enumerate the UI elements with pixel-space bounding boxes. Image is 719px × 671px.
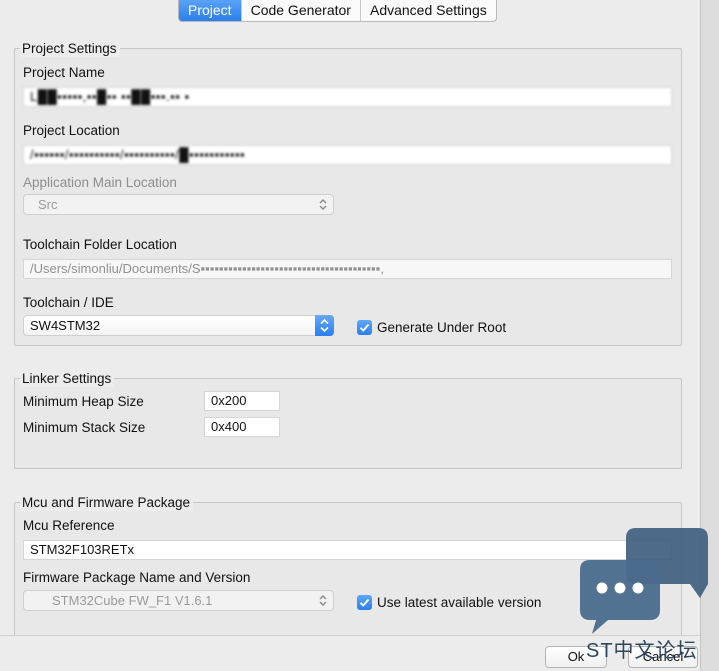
firmware-package-value: STM32Cube FW_F1 V1.6.1: [52, 593, 213, 608]
app-main-location-select: Src: [23, 194, 334, 215]
project-name-label: Project Name: [23, 65, 105, 80]
toolchain-folder-label: Toolchain Folder Location: [23, 237, 177, 252]
tab-bar: Project Code Generator Advanced Settings: [178, 0, 497, 22]
generate-under-root-checkbox[interactable]: Generate Under Root: [357, 318, 506, 336]
watermark-text: ST中文论坛: [586, 640, 698, 662]
toolchain-ide-label: Toolchain / IDE: [23, 295, 114, 310]
use-latest-version-label: Use latest available version: [377, 594, 542, 610]
min-stack-label: Minimum Stack Size: [23, 420, 146, 435]
min-heap-field[interactable]: 0x200: [204, 391, 280, 411]
app-main-location-label: Application Main Location: [23, 175, 177, 190]
project-location-label: Project Location: [23, 123, 120, 138]
mcu-reference-label: Mcu Reference: [23, 518, 115, 533]
use-latest-version-checkbox[interactable]: Use latest available version: [357, 593, 541, 611]
checkmark-icon: [357, 594, 372, 610]
tab-advanced-settings[interactable]: Advanced Settings: [361, 0, 496, 21]
project-settings-legend: Project Settings: [20, 41, 120, 57]
tab-code-generator[interactable]: Code Generator: [242, 0, 361, 21]
chevron-updown-icon: [318, 197, 328, 212]
watermark-logo: [578, 526, 710, 638]
toolchain-ide-select[interactable]: SW4STM32: [23, 315, 334, 336]
min-heap-label: Minimum Heap Size: [23, 394, 144, 409]
mcu-reference-field: STM32F103RETx: [23, 540, 672, 560]
generate-under-root-label: Generate Under Root: [377, 319, 507, 335]
chevron-updown-icon: [320, 318, 329, 333]
firmware-package-label: Firmware Package Name and Version: [23, 570, 251, 585]
mcu-firmware-legend: Mcu and Firmware Package: [20, 495, 194, 511]
toolchain-folder-field: /Users/simonliu/Documents/S▪▪▪▪▪▪▪▪▪▪▪▪▪…: [23, 259, 672, 279]
dropdown-button[interactable]: [315, 315, 334, 336]
chevron-updown-icon: [318, 593, 328, 608]
linker-settings-legend: Linker Settings: [20, 371, 115, 387]
min-stack-field[interactable]: 0x400: [204, 417, 280, 437]
project-location-field[interactable]: /▪▪▪▪▪▪/▪▪▪▪▪▪▪▪▪▪/▪▪▪▪▪▪▪▪▪▪/█▪▪▪▪▪▪▪▪▪…: [23, 145, 672, 165]
tab-project[interactable]: Project: [179, 0, 242, 21]
app-main-location-value: Src: [38, 197, 58, 212]
chat-bubble-icon: [580, 528, 708, 634]
project-name-field[interactable]: L██▪▪▪▪▪,▪▪█▪▪ ▪▪██▪▪▪.▪▪ ▪: [23, 87, 672, 107]
firmware-package-select: STM32Cube FW_F1 V1.6.1: [23, 590, 334, 611]
checkmark-icon: [357, 319, 372, 335]
toolchain-ide-value: SW4STM32: [30, 318, 101, 333]
